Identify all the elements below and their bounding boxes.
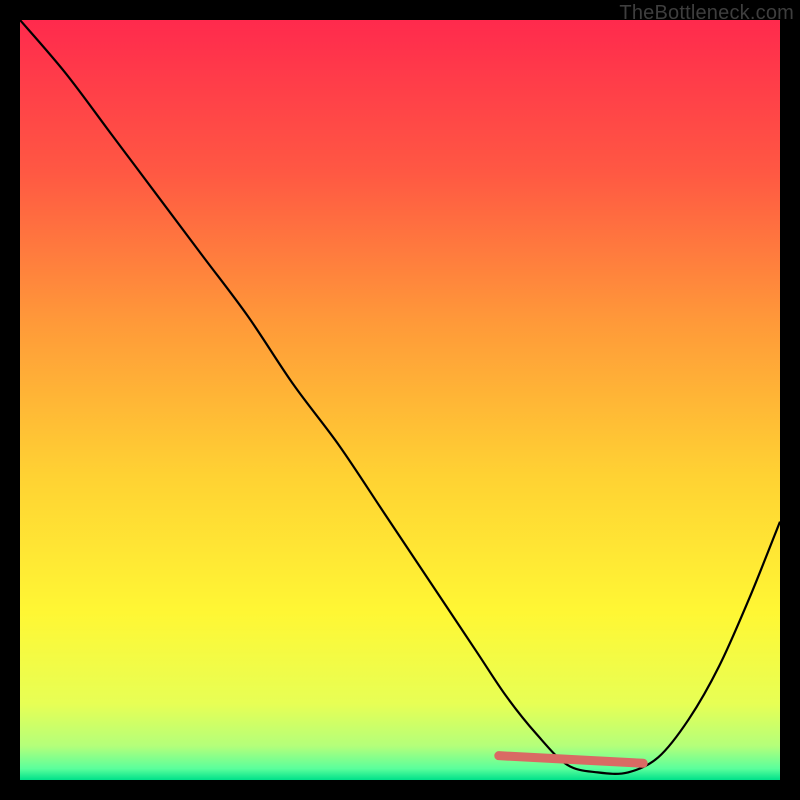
plot-area bbox=[20, 20, 780, 780]
chart-svg bbox=[20, 20, 780, 780]
chart-frame: TheBottleneck.com bbox=[0, 0, 800, 800]
gradient-background bbox=[20, 20, 780, 780]
